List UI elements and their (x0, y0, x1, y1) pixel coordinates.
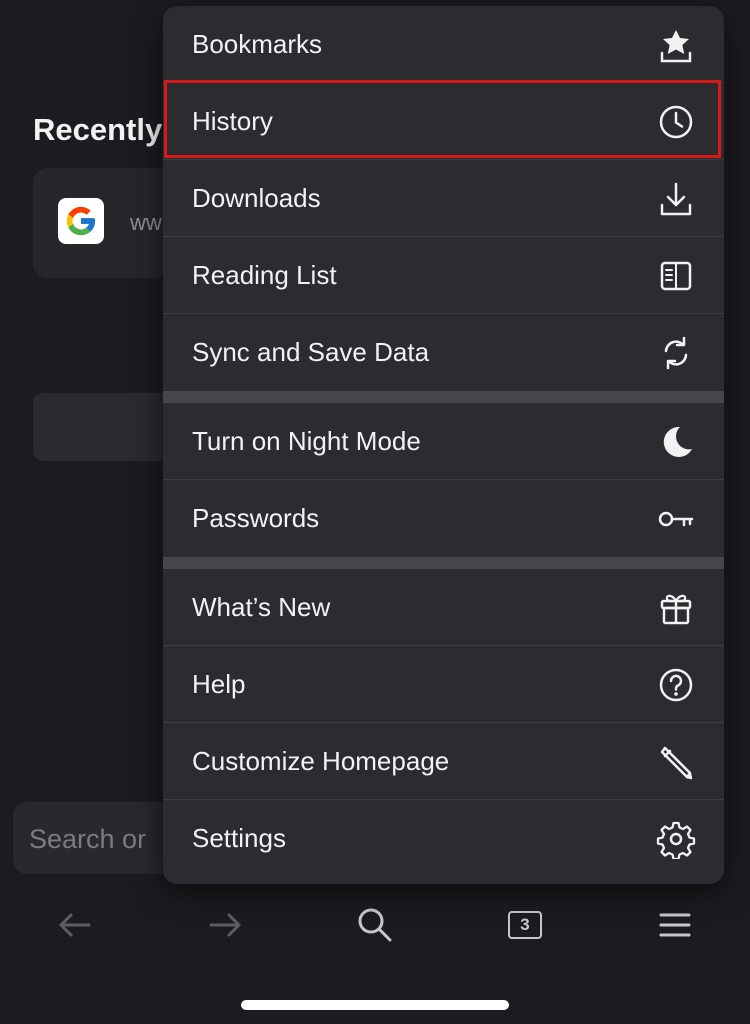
menu-item-label: Downloads (192, 183, 321, 213)
menu-item-night-mode[interactable]: Turn on Night Mode (163, 403, 724, 480)
menu-item-label: Sync and Save Data (192, 337, 430, 367)
tab-count: 3 (520, 915, 530, 934)
bottom-toolbar: 3 (0, 885, 750, 965)
recent-site-url: ww (130, 210, 162, 235)
menu-item-label: Settings (192, 823, 286, 853)
menu-item-downloads[interactable]: Downloads (163, 160, 724, 237)
key-icon (658, 511, 694, 527)
back-arrow-icon (59, 913, 91, 937)
gift-icon (660, 594, 692, 625)
menu-item-settings[interactable]: Settings (163, 800, 724, 877)
forward-arrow-icon (209, 913, 241, 937)
tabs-button[interactable]: 3 (485, 885, 565, 965)
menu-item-help[interactable]: Help (163, 646, 724, 723)
pencil-icon (660, 746, 693, 780)
gear-icon (656, 821, 696, 859)
home-indicator (241, 1000, 509, 1010)
history-highlight-box (164, 80, 721, 158)
help-icon (659, 668, 693, 702)
hamburger-menu-icon (659, 913, 691, 937)
menu-item-sync[interactable]: Sync and Save Data (163, 314, 724, 391)
bookmark-star-icon (660, 30, 692, 63)
search-placeholder: Search or (29, 824, 147, 854)
menu-item-label: What’s New (192, 592, 331, 622)
menu-item-customize-homepage[interactable]: Customize Homepage (163, 723, 724, 800)
recently-visited-heading: Recently (33, 112, 163, 147)
forward-button[interactable] (185, 885, 265, 965)
menu-divider (163, 557, 724, 569)
moon-icon (663, 426, 692, 457)
menu-item-label: Customize Homepage (192, 746, 450, 776)
menu-item-label: Bookmarks (192, 29, 323, 59)
google-icon (58, 198, 104, 244)
menu-item-bookmarks[interactable]: Bookmarks (163, 6, 724, 83)
menu-divider (163, 391, 724, 403)
menu-item-label: Passwords (192, 503, 320, 533)
menu-button[interactable] (635, 885, 715, 965)
search-icon (358, 908, 392, 942)
back-button[interactable] (35, 885, 115, 965)
menu-item-label: Reading List (192, 260, 337, 290)
menu-item-label: Help (192, 669, 246, 699)
tabs-icon: 3 (508, 911, 542, 939)
menu-item-label: Turn on Night Mode (192, 426, 421, 456)
search-button[interactable] (335, 885, 415, 965)
menu-item-whats-new[interactable]: What’s New (163, 569, 724, 646)
browser-menu: Bookmarks History Downloads Reading List… (163, 6, 724, 884)
download-icon (660, 182, 692, 216)
menu-item-reading-list[interactable]: Reading List (163, 237, 724, 314)
sync-icon (664, 336, 688, 370)
reading-list-icon (660, 261, 692, 291)
menu-item-passwords[interactable]: Passwords (163, 480, 724, 557)
